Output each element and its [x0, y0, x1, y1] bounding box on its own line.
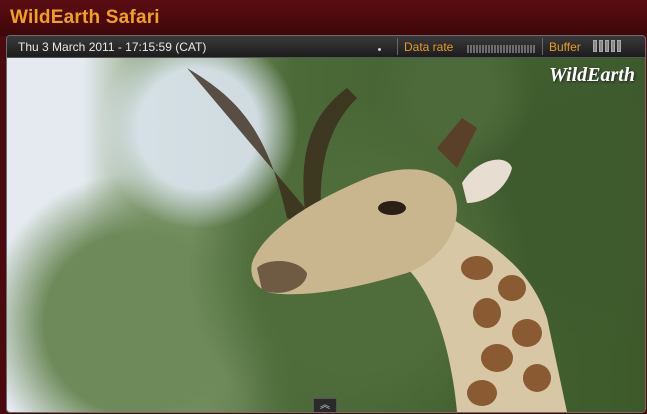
page-title: WildEarth Safari: [10, 7, 160, 28]
indicator-dot: [378, 48, 381, 51]
buffer-meter: [593, 40, 621, 52]
stream-datetime: Thu 3 March 2011 - 17:15:59 (CAT): [18, 40, 207, 54]
video-frame[interactable]: WildEarth ︽: [7, 58, 645, 412]
status-bar: Thu 3 March 2011 - 17:15:59 (CAT) Data r…: [7, 36, 645, 58]
data-rate-meter: [467, 45, 535, 53]
double-chevron-up-icon[interactable]: ︽: [313, 398, 337, 412]
divider: [397, 38, 398, 55]
buffer-label: Buffer: [549, 40, 581, 54]
video-player[interactable]: Thu 3 March 2011 - 17:15:59 (CAT) Data r…: [6, 35, 646, 413]
giraffe-image: [187, 68, 567, 412]
divider: [542, 38, 543, 55]
title-bar: WildEarth Safari: [0, 0, 647, 36]
wildearth-logo: WildEarth: [549, 64, 635, 86]
data-rate-label: Data rate: [404, 40, 454, 54]
